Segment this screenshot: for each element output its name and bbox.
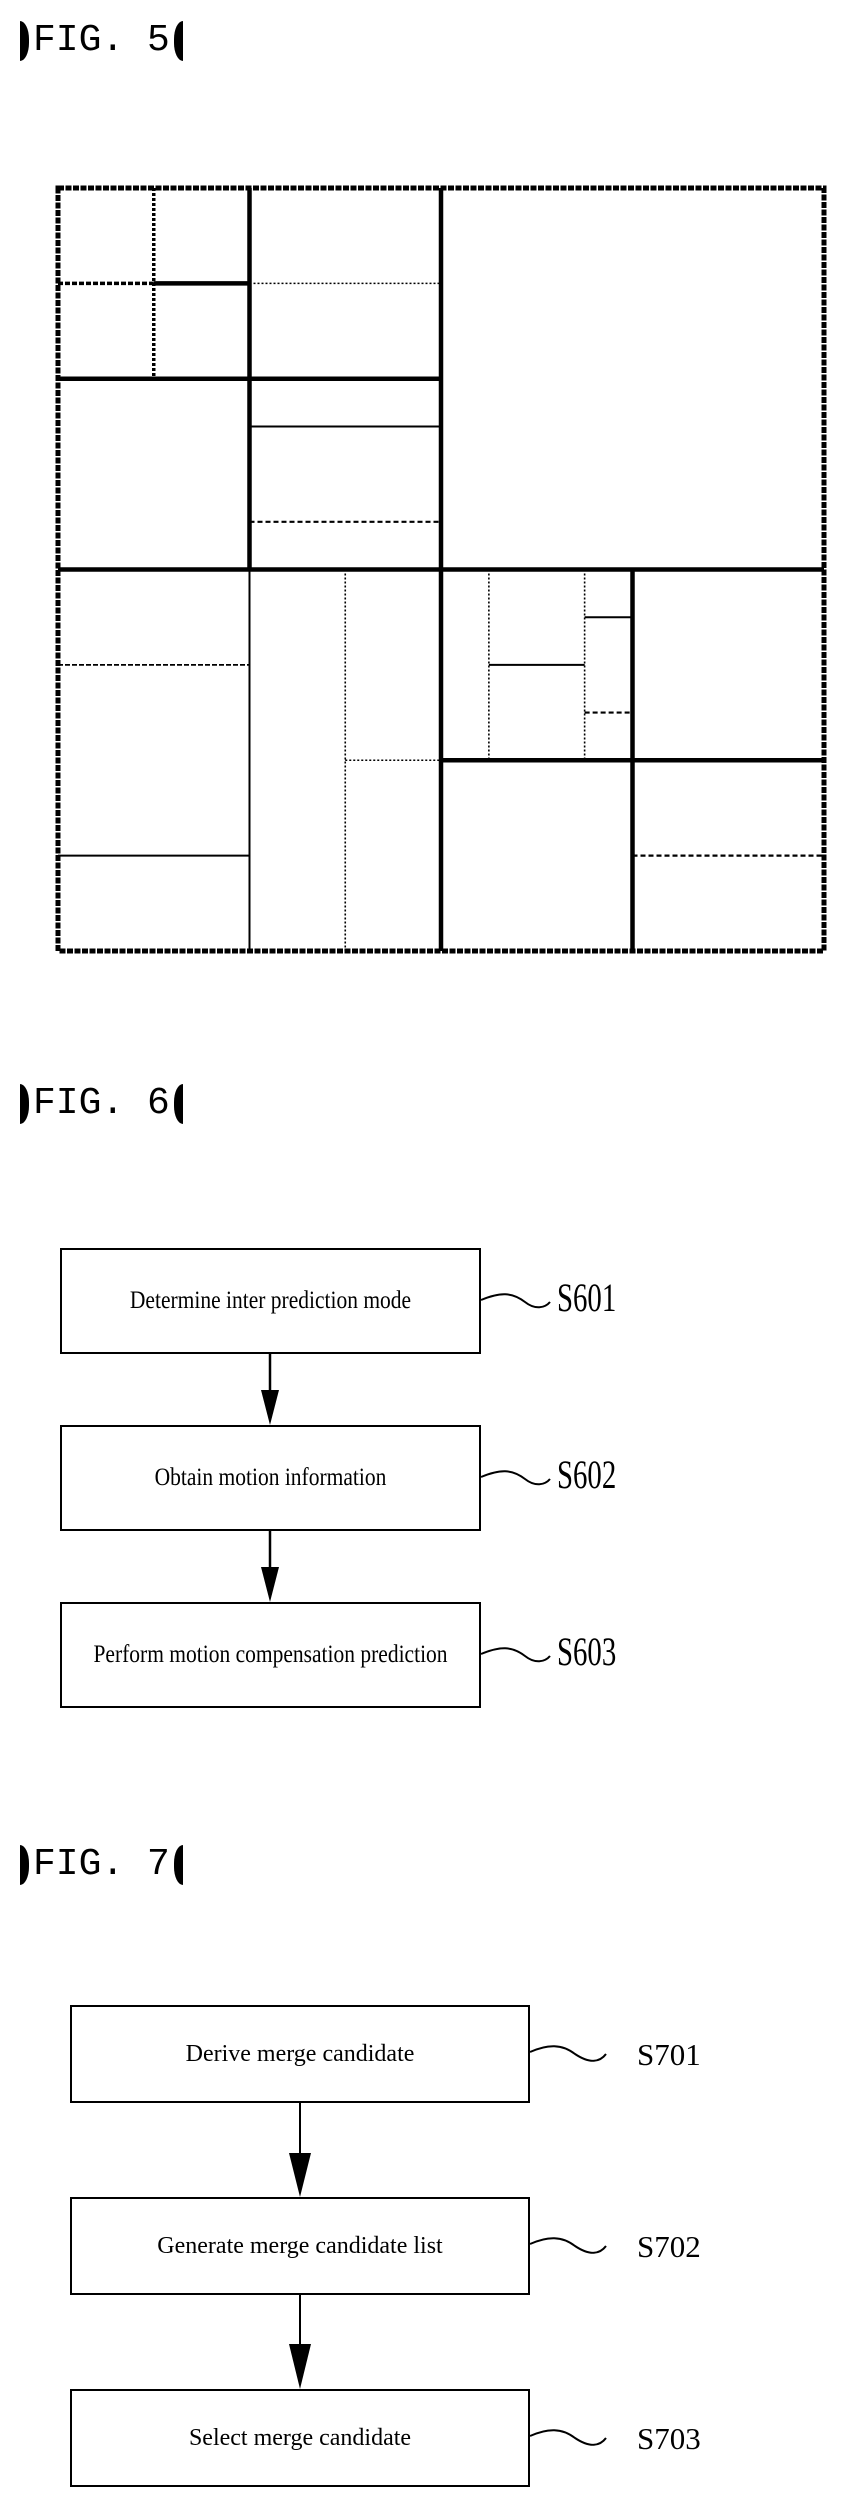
step-text: Obtain motion information (154, 1464, 387, 1491)
arrow-head-icon (289, 2344, 311, 2389)
flow-step-s703: Select merge candidate (70, 2389, 530, 2487)
leader-squiggle-icon (529, 2045, 607, 2062)
step-ref-label: S601 (557, 1275, 617, 1320)
caption-open-bracket (20, 1084, 29, 1124)
caption-close-bracket (173, 1084, 183, 1124)
fig6-caption-text: FIG. 6 (33, 1082, 170, 1125)
leader-squiggle-icon (480, 1293, 551, 1309)
step-ref-label: S603 (557, 1629, 617, 1674)
flow-step-s701: Derive merge candidate (70, 2005, 530, 2103)
step-ref-label: S702 (637, 2229, 701, 2264)
step-text: Perform motion compensation prediction (93, 1641, 448, 1668)
fig7-leader-lines (529, 2045, 607, 2446)
step-ref-label: S703 (637, 2421, 701, 2456)
step-text: Generate merge candidate list (157, 2233, 443, 2259)
leader-squiggle-icon (480, 1470, 551, 1486)
arrow-head-icon (261, 1567, 279, 1602)
flow-step-s602: Obtain motion information (60, 1425, 481, 1531)
flow-step-s702: Generate merge candidate list (70, 2197, 530, 2295)
step-text: Select merge candidate (188, 2425, 412, 2451)
fig7-caption: FIG. 7 (20, 1844, 183, 1886)
caption-close-bracket (173, 1845, 183, 1885)
fig7-caption-text: FIG. 7 (33, 1843, 170, 1886)
leader-squiggle-icon (480, 1647, 551, 1663)
fig5-partition-diagram (55, 185, 827, 954)
fig6-caption: FIG. 6 (20, 1083, 183, 1125)
step-text: Derive merge candidate (185, 2041, 415, 2067)
step-ref-label: S701 (637, 2037, 701, 2072)
caption-open-bracket (20, 1845, 29, 1885)
flow-step-s603: Perform motion compensation prediction (60, 1602, 481, 1708)
fig6-leader-lines (480, 1293, 551, 1663)
arrow-head-icon (261, 1390, 279, 1425)
step-ref-label: S602 (557, 1452, 617, 1497)
leader-squiggle-icon (529, 2237, 607, 2254)
step-text: Determine inter prediction mode (129, 1287, 412, 1314)
leader-squiggle-icon (529, 2429, 607, 2446)
arrow-head-icon (289, 2153, 311, 2197)
flow-step-s601: Determine inter prediction mode (60, 1248, 481, 1354)
